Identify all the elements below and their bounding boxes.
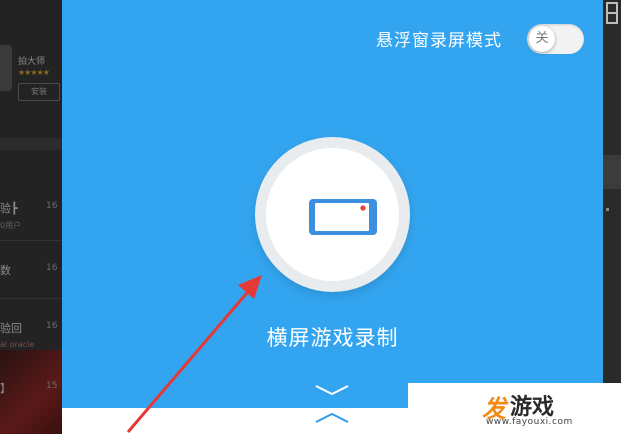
chevron-down-icon[interactable] <box>314 384 350 396</box>
app-rating: ★★★★★ <box>18 68 50 77</box>
toggle-knob[interactable]: 关 <box>529 26 555 52</box>
divider <box>0 298 62 299</box>
toggle-state-label: 关 <box>535 31 549 46</box>
record-button-face[interactable] <box>266 148 399 281</box>
list-item-title: 验回 <box>0 322 22 335</box>
header-band <box>0 138 62 150</box>
list-item-title: 】 <box>0 382 11 395</box>
list-item-count: 16 <box>46 201 58 211</box>
list-item-title: 数 <box>0 264 11 277</box>
background-app-left: 拍大师 ★★★★★ 安装 验┣ 16 0用户 数 16 验回 16 al ora… <box>0 0 62 434</box>
divider <box>0 240 62 241</box>
list-item-count: 15 <box>46 381 58 391</box>
floating-mode-toggle[interactable]: 关 <box>527 24 584 54</box>
background-app-right <box>603 0 621 434</box>
floating-mode-label: 悬浮窗录屏模式 <box>376 31 502 51</box>
watermark: 发 游戏 www.fayouxi.com <box>408 383 621 434</box>
list-item-sub: al oracle <box>0 340 35 349</box>
install-button: 安装 <box>18 83 60 101</box>
record-mode-label: 横屏游戏录制 <box>266 326 399 350</box>
side-band <box>603 155 621 189</box>
side-marker <box>606 208 609 211</box>
app-name: 拍大师 <box>18 57 46 67</box>
qr-code-icon-part <box>606 12 618 26</box>
screen-record-panel: 悬浮窗录屏模式 关 横屏游戏录制 <box>62 0 603 434</box>
list-item-count: 16 <box>46 263 58 273</box>
list-item-sub: 0用户 <box>0 221 22 230</box>
list-item-count: 16 <box>46 321 58 331</box>
landscape-phone-icon <box>309 199 377 235</box>
app-thumbnail <box>0 45 12 91</box>
watermark-url: www.fayouxi.com <box>486 417 573 427</box>
chevron-up-icon[interactable] <box>314 412 350 424</box>
landscape-record-button[interactable] <box>255 137 410 292</box>
list-item-title: 验┣ <box>0 202 18 215</box>
